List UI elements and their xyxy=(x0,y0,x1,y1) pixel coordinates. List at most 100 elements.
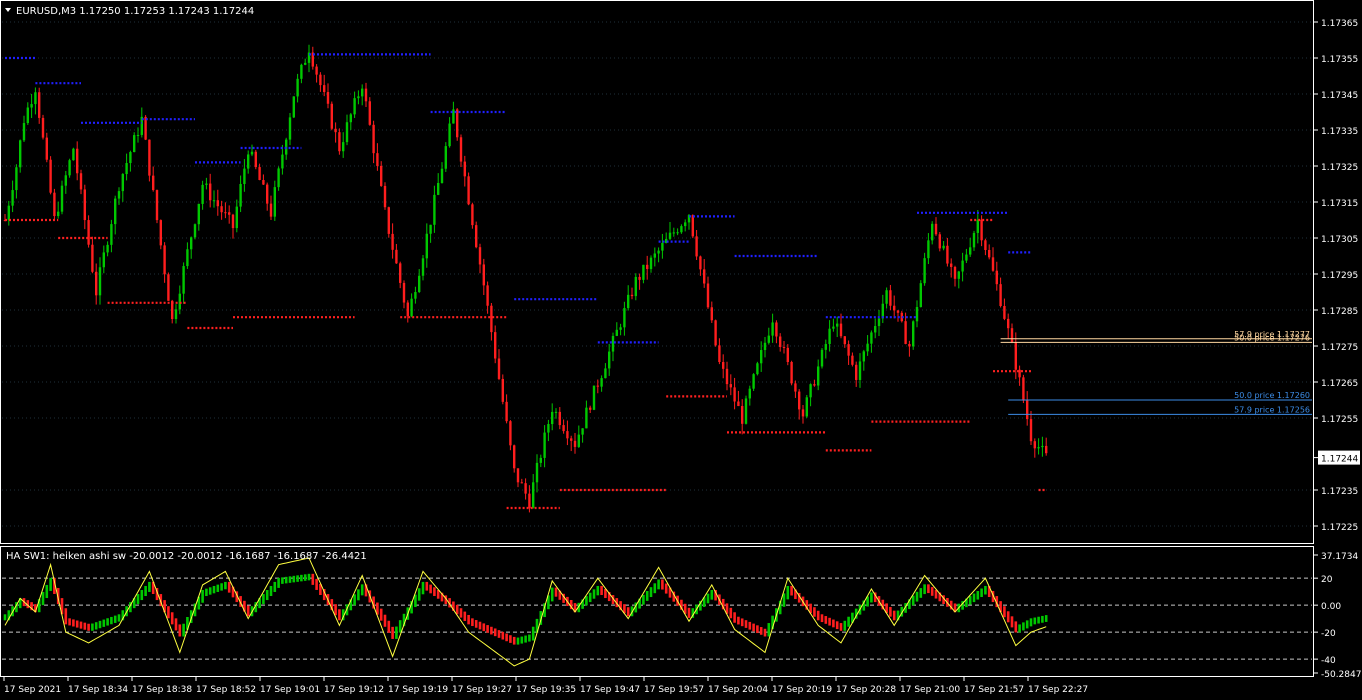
candle-body xyxy=(448,123,451,147)
price-tick-label: 1.17355 xyxy=(1321,55,1358,65)
candle-body xyxy=(657,250,660,254)
candle-body xyxy=(1026,400,1029,420)
oscillator-bar xyxy=(110,616,113,625)
candle-body xyxy=(741,406,744,424)
oscillator-bar xyxy=(1018,624,1021,633)
candle-body xyxy=(319,74,322,86)
candle-body xyxy=(938,234,941,249)
candle-body xyxy=(718,345,721,363)
oscillator-bar xyxy=(174,618,178,631)
candle-body xyxy=(991,257,995,271)
candle-body xyxy=(7,205,10,221)
oscillator-bar xyxy=(421,581,425,595)
candle-body xyxy=(832,326,835,329)
oscillator-bar xyxy=(387,620,391,633)
candle-body xyxy=(402,282,406,303)
candle-body xyxy=(573,440,577,447)
candle-body xyxy=(277,168,280,188)
candle-body xyxy=(95,271,98,296)
oscillator-axis[interactable]: 37.1734 20 0.00 -20 -40 -50.2847 xyxy=(1313,552,1361,680)
candle-body xyxy=(490,305,493,333)
candle-body xyxy=(847,344,850,356)
oscillator-bar xyxy=(212,585,216,594)
candle-body xyxy=(566,431,569,439)
candle-body xyxy=(809,384,812,398)
candle-body xyxy=(247,154,250,169)
candle-body xyxy=(148,139,151,176)
candle-body xyxy=(570,438,573,441)
candle-body xyxy=(254,151,257,168)
candle-body xyxy=(798,391,801,410)
oscillator-bar xyxy=(706,593,710,604)
sub-plot-frame[interactable] xyxy=(0,546,1314,677)
candle-body xyxy=(706,283,710,308)
candle-body xyxy=(224,212,227,214)
oscillator-bar xyxy=(657,579,660,590)
candle-body xyxy=(972,232,976,248)
candle-body xyxy=(957,271,960,279)
candle-body xyxy=(1029,419,1033,442)
candle-body xyxy=(22,123,26,141)
oscillator-bar xyxy=(923,584,926,595)
candle-body xyxy=(775,322,778,337)
oscillator-bar xyxy=(41,592,45,606)
oscillator-bar xyxy=(208,587,212,595)
oscillator-bar xyxy=(554,587,558,597)
candle-body xyxy=(870,332,873,344)
candle-body xyxy=(201,184,204,204)
candle-body xyxy=(326,92,330,104)
oscillator-bar xyxy=(744,620,748,628)
oscillator-bar xyxy=(471,618,474,627)
candle-body xyxy=(520,482,523,484)
candle-body xyxy=(345,122,349,143)
oscillator-bar xyxy=(820,614,824,623)
candle-body xyxy=(152,175,155,191)
candle-body xyxy=(554,411,558,413)
candle-body xyxy=(239,183,242,207)
candle-body xyxy=(64,175,67,186)
candle-body xyxy=(509,421,512,446)
oscillator-bar xyxy=(832,619,835,628)
price-axis[interactable]: 1.17365 1.17355 1.17345 1.17335 1.17325 1.173… xyxy=(1313,19,1360,533)
candle-body xyxy=(330,103,333,129)
candle-body xyxy=(262,180,265,185)
oscillator-bar xyxy=(626,607,630,617)
time-axis[interactable]: 17 Sep 2021 17 Sep 18:34 17 Sep 18:38 17 Se… xyxy=(3,677,1088,695)
candle-body xyxy=(34,92,37,105)
candle-body xyxy=(281,154,284,169)
price-tick-label: 1.17285 xyxy=(1321,307,1358,317)
candle-body xyxy=(121,174,124,192)
candle-body xyxy=(26,107,29,124)
main-plot-frame[interactable] xyxy=(0,0,1314,544)
oscillator-bar xyxy=(512,636,516,645)
candle-body xyxy=(178,293,181,310)
oscillator-bar xyxy=(889,607,892,617)
candle-body xyxy=(41,117,45,138)
oscillator-bar xyxy=(459,608,463,618)
candle-body xyxy=(771,322,774,336)
candle-body xyxy=(231,214,235,229)
candle-body xyxy=(98,267,102,296)
oscillator-bar xyxy=(303,574,307,581)
oscillator-bar xyxy=(148,581,151,592)
candle-body xyxy=(292,96,295,118)
candle-body xyxy=(76,148,79,174)
oscillator-bar xyxy=(729,607,733,619)
oscillator-bar xyxy=(68,618,71,626)
candle-body xyxy=(577,434,580,447)
candle-body xyxy=(212,200,216,202)
oscillator-bar xyxy=(262,594,265,605)
candle-body xyxy=(11,190,14,206)
oscillator-bar xyxy=(140,590,144,601)
oscillator-bar xyxy=(265,590,269,601)
oscillator-bar xyxy=(509,635,512,643)
oscillator-bar xyxy=(75,620,79,628)
candle-body xyxy=(190,237,193,250)
candle-body xyxy=(528,493,531,508)
candle-body xyxy=(532,482,535,508)
oscillator-bar xyxy=(45,584,49,599)
oscillator-bar xyxy=(91,623,94,631)
oscillator-bar xyxy=(934,589,938,599)
candle-body xyxy=(820,349,824,367)
candle-body xyxy=(110,224,113,245)
